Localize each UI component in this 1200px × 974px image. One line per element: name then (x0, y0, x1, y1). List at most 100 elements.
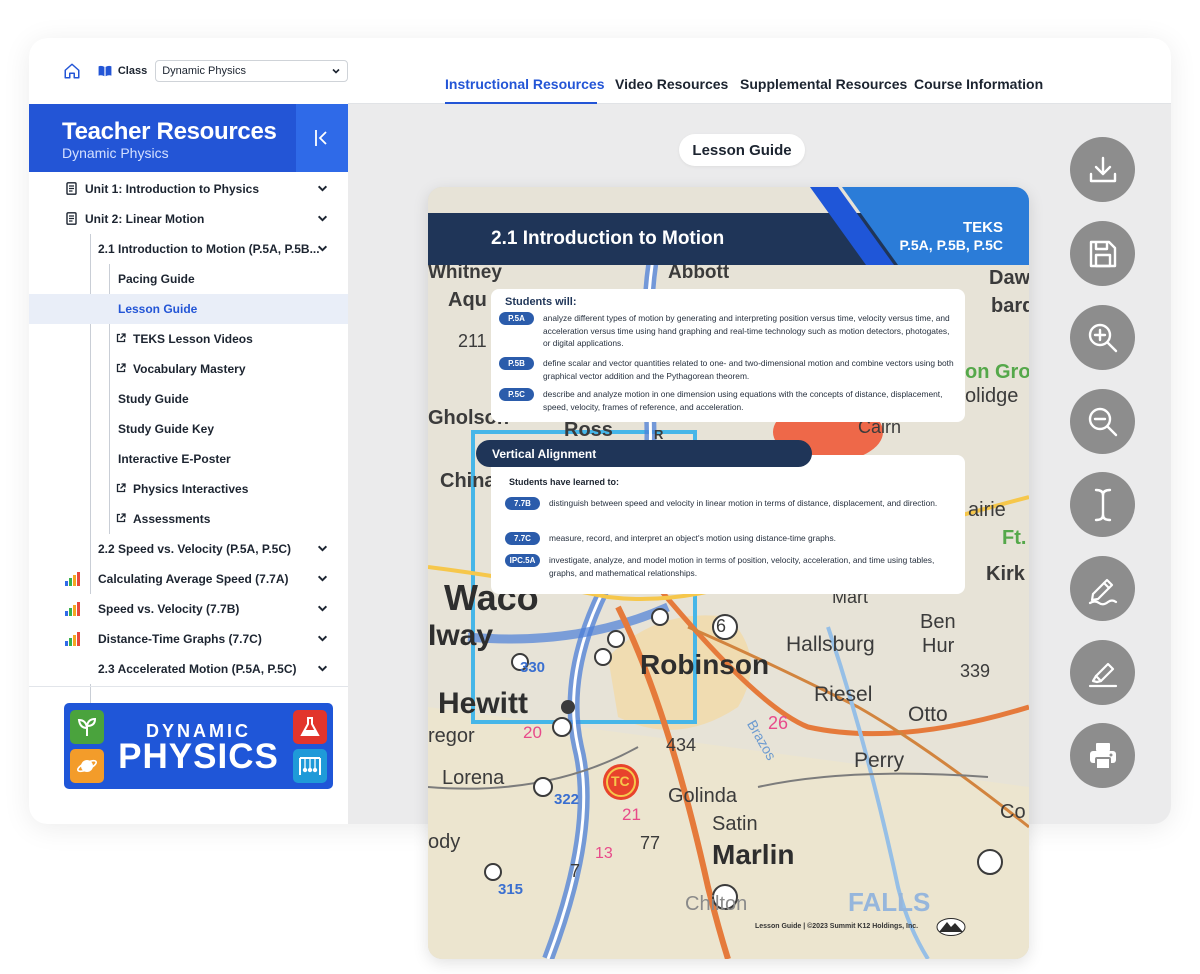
map-label: Ross (564, 419, 613, 441)
map-label: Aqu (448, 289, 487, 311)
sidebar-item-teks-lesson-videos[interactable]: TEKS Lesson Videos (29, 324, 348, 354)
standard-code-badge: 7.7C (505, 532, 540, 545)
download-button[interactable] (1070, 137, 1135, 202)
external-link-icon (116, 513, 126, 523)
sidebar-item-lesson-2-2[interactable]: 2.2 Speed vs. Velocity (P.5A, P.5C) (29, 534, 348, 564)
sidebar-item-lesson-2-3[interactable]: 2.3 Accelerated Motion (P.5A, P.5C) (29, 654, 348, 684)
sidebar-item-pacing-guide[interactable]: Pacing Guide (29, 264, 348, 294)
collapse-sidebar-button[interactable] (296, 104, 348, 172)
map-label: Co (1000, 801, 1026, 823)
teacher-resources-banner: Teacher Resources Dynamic Physics (29, 104, 348, 172)
sidebar-item-label: Lesson Guide (118, 302, 198, 316)
sidebar-item-speed-vs-velocity[interactable]: Speed vs. Velocity (7.7B) (29, 594, 348, 624)
sidebar-item-unit-2[interactable]: Unit 2: Linear Motion (29, 204, 348, 234)
zoom-out-icon (1088, 407, 1117, 436)
chevron-down-icon (317, 215, 328, 222)
chevron-down-icon (317, 545, 328, 552)
pen-icon (1088, 578, 1117, 605)
map-label: Iway (428, 619, 494, 652)
map-label: Perry (854, 749, 905, 772)
document-footer: Lesson Guide | ©2023 Summit K12 Holdings… (755, 923, 919, 930)
draw-button[interactable] (1070, 556, 1135, 621)
save-button[interactable] (1070, 221, 1135, 286)
sidebar-title: Teacher Resources (62, 118, 277, 145)
sidebar-item-lesson-guide[interactable]: Lesson Guide (29, 294, 348, 324)
sidebar-item-physics-interactives[interactable]: Physics Interactives (29, 474, 348, 504)
sidebar-item-unit-1[interactable]: Unit 1: Introduction to Physics (29, 174, 348, 204)
map-label: 339 (960, 661, 991, 681)
sidebar-item-label: TEKS Lesson Videos (133, 332, 253, 346)
highlight-button[interactable] (1070, 640, 1135, 705)
map-label: regor (428, 725, 475, 747)
header-accent (810, 187, 1029, 265)
sidebar-item-interactive-e-poster[interactable]: Interactive E-Poster (29, 444, 348, 474)
map-label: olidge (965, 385, 1019, 407)
sidebar-item-label: 2.3 Accelerated Motion (P.5A, P.5C) (98, 662, 297, 676)
standard-text: investigate, analyze, and model motion i… (549, 555, 935, 578)
chevron-down-icon (317, 605, 328, 612)
vertical-alignment-title: Vertical Alignment (492, 447, 597, 461)
print-icon (1089, 742, 1116, 770)
zoom-in-button[interactable] (1070, 305, 1135, 370)
sidebar-item-study-guide[interactable]: Study Guide (29, 384, 348, 414)
map-label: Ben (920, 611, 956, 633)
mountain-logo-icon (936, 918, 966, 936)
map-label: Whitney (428, 262, 502, 283)
standard-text: define scalar and vector quantities rela… (543, 358, 954, 381)
standard-row: P.5A analyze different types of motion b… (499, 312, 957, 350)
document-icon (66, 182, 77, 195)
teks-label: TEKS (962, 219, 1003, 236)
sidebar-item-label: 2.1 Introduction to Motion (P.5A, P.5B..… (98, 242, 320, 256)
text-select-button[interactable] (1070, 472, 1135, 537)
sidebar-item-vocabulary-mastery[interactable]: Vocabulary Mastery (29, 354, 348, 384)
class-select[interactable]: Dynamic Physics (155, 60, 348, 82)
text-cursor-icon (1094, 488, 1111, 521)
map-label: Ft. (1002, 527, 1027, 549)
document-icon (66, 212, 77, 225)
students-will-card: Students will: P.5A analyze different ty… (491, 289, 965, 422)
map-label: FALLS (848, 887, 931, 917)
sidebar-item-lesson-2-1[interactable]: 2.1 Introduction to Motion (P.5A, P.5B..… (29, 234, 348, 264)
home-button[interactable] (61, 59, 84, 83)
tab-instructional-resources[interactable]: Instructional Resources (445, 76, 605, 92)
chevron-down-icon (317, 575, 328, 582)
map-label: 13 (595, 845, 613, 862)
sidebar-item-label: Unit 2: Linear Motion (85, 212, 205, 226)
sidebar-item-label: Study Guide (118, 392, 189, 406)
sidebar-item-label: Interactive E-Poster (118, 452, 231, 466)
map-label: 330 (520, 659, 546, 676)
map-label: Satin (712, 813, 758, 835)
collapse-left-icon (315, 130, 327, 146)
map-label: 77 (640, 833, 661, 853)
sidebar-item-calculating-average-speed[interactable]: Calculating Average Speed (7.7A) (29, 564, 348, 594)
sidebar-nav: Unit 1: Introduction to Physics Unit 2: … (29, 174, 348, 714)
highlighter-icon (1088, 662, 1117, 687)
chevron-down-icon (317, 665, 328, 672)
map-label: TC (611, 773, 630, 789)
standard-text: analyze different types of motion by gen… (543, 313, 950, 349)
map-label: Abbott (668, 262, 730, 283)
map-label: Dawso (989, 267, 1029, 289)
tab-supplemental-resources[interactable]: Supplemental Resources (740, 76, 907, 92)
standard-code-badge: IPC.5A (505, 554, 540, 567)
tab-video-resources[interactable]: Video Resources (615, 76, 728, 92)
zoom-out-button[interactable] (1070, 389, 1135, 454)
top-tabs: Instructional Resources Video Resources … (348, 38, 1171, 104)
sidebar-item-label: Physics Interactives (133, 482, 249, 496)
map-label: bard (991, 295, 1029, 317)
sidebar: Class Dynamic Physics Teacher Resources … (29, 38, 348, 824)
sidebar-item-label: Pacing Guide (118, 272, 195, 286)
print-button[interactable] (1070, 723, 1135, 788)
prior-standard-row: IPC.5A investigate, analyze, and model m… (505, 554, 955, 579)
sidebar-item-distance-time-graphs[interactable]: Distance-Time Graphs (7.7C) (29, 624, 348, 654)
map-label: Kirk (986, 563, 1025, 585)
prior-standard-row: 7.7C measure, record, and interpret an o… (505, 532, 955, 545)
sidebar-item-study-guide-key[interactable]: Study Guide Key (29, 414, 348, 444)
map-label: 20 (523, 723, 542, 742)
tab-course-information[interactable]: Course Information (914, 76, 1043, 92)
lesson-guide-document[interactable]: Whitney Abbott Dawso bard Aqu Ross Ghols… (428, 187, 1029, 959)
map-label: 322 (554, 791, 580, 808)
sidebar-item-label: Study Guide Key (118, 422, 215, 436)
map-label: Golinda (668, 785, 737, 807)
sidebar-item-assessments[interactable]: Assessments (29, 504, 348, 534)
